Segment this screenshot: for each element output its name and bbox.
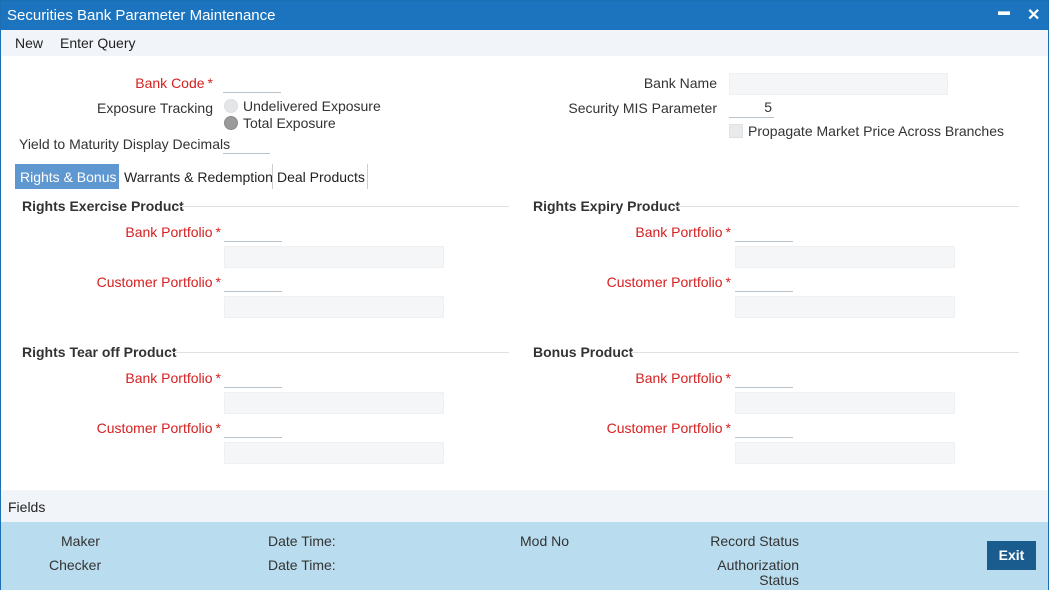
rights-tear-off-customer-portfolio-label: Customer Portfolio * [96,420,221,436]
authorization-status-label-line1: Authorization [717,557,799,573]
checker-date-time-label: Date Time: [268,557,336,573]
rights-tear-off-bank-portfolio-desc [224,392,444,414]
rights-exercise-bank-portfolio-label: Bank Portfolio * [125,224,221,240]
window: Securities Bank Parameter Maintenance ▬ … [0,0,1049,590]
undelivered-exposure-radio[interactable] [224,99,238,113]
bonus-customer-portfolio-label: Customer Portfolio * [606,420,731,436]
tab-rights-bonus[interactable]: Rights & Bonus [15,164,119,189]
ytm-decimals-label: Yield to Maturity Display Decimals [19,136,231,152]
rights-expiry-customer-portfolio-desc [735,296,955,318]
tab-divider [367,164,368,189]
bank-name-field [729,73,948,95]
bonus-bank-portfolio-desc [735,392,955,414]
section-divider [631,352,1019,353]
rights-expiry-customer-portfolio-label: Customer Portfolio * [606,274,731,290]
exit-button[interactable]: Exit [987,541,1036,570]
undelivered-exposure-label: Undelivered Exposure [243,98,381,114]
bonus-customer-portfolio-desc [735,442,955,464]
rights-tear-off-customer-portfolio-desc [224,442,444,464]
maker-label: Maker [61,533,100,549]
rights-exercise-bank-portfolio-input[interactable] [224,222,282,242]
section-divider [169,352,509,353]
bank-code-label: Bank Code * [135,75,213,91]
minimize-icon[interactable]: ▬ [998,4,1010,18]
bank-name-label: Bank Name [643,75,717,91]
rights-tear-off-title: Rights Tear off Product [22,344,177,360]
rights-exercise-customer-portfolio-label: Customer Portfolio * [96,274,221,290]
fields-link[interactable]: Fields [8,499,45,515]
rights-exercise-customer-portfolio-desc [224,296,444,318]
tab-deal-products[interactable]: Deal Products [272,164,370,189]
section-divider [175,206,509,207]
bonus-bank-portfolio-input[interactable] [735,368,793,388]
window-title: Securities Bank Parameter Maintenance [7,7,276,24]
propagate-label: Propagate Market Price Across Branches [748,123,1005,139]
rights-expiry-bank-portfolio-desc [735,246,955,268]
rights-expiry-title: Rights Expiry Product [533,198,681,214]
rights-exercise-title: Rights Exercise Product [22,198,184,214]
tab-warrants-redemption[interactable]: Warrants & Redemption [119,164,278,189]
rights-exercise-bank-portfolio-desc [224,246,444,268]
bonus-bank-portfolio-label: Bank Portfolio * [635,370,731,386]
total-exposure-radio[interactable] [224,116,238,130]
security-mis-parameter-label: Security MIS Parameter [568,100,717,116]
rights-tear-off-bank-portfolio-label: Bank Portfolio * [125,370,221,386]
rights-expiry-bank-portfolio-input[interactable] [735,222,793,242]
menu-bar: New Enter Query [1,30,1048,56]
security-mis-parameter-input[interactable]: 5 [729,98,774,118]
checker-label: Checker [49,557,102,573]
fields-bar: Fields [1,490,1048,522]
title-bar: Securities Bank Parameter Maintenance ▬ … [1,1,1048,30]
menu-enter-query[interactable]: Enter Query [60,35,135,51]
rights-tear-off-bank-portfolio-input[interactable] [224,368,282,388]
bonus-product-title: Bonus Product [533,344,634,360]
close-icon[interactable]: ✕ [1027,5,1040,25]
bank-code-input[interactable] [223,73,281,93]
record-status-label: Record Status [710,533,799,549]
menu-new[interactable]: New [15,35,43,51]
propagate-checkbox[interactable] [729,124,743,138]
rights-tear-off-customer-portfolio-input[interactable] [224,418,282,438]
rights-expiry-customer-portfolio-input[interactable] [735,272,793,292]
security-mis-parameter-value: 5 [764,99,772,115]
rights-expiry-bank-portfolio-label: Bank Portfolio * [635,224,731,240]
rights-exercise-customer-portfolio-input[interactable] [224,272,282,292]
authorization-status-label-line2: Status [759,572,799,588]
mod-no-label: Mod No [520,533,570,549]
maker-date-time-label: Date Time: [268,533,336,549]
section-divider [673,206,1019,207]
ytm-decimals-input[interactable] [223,134,270,154]
exposure-tracking-label: Exposure Tracking [97,100,213,116]
bonus-customer-portfolio-input[interactable] [735,418,793,438]
total-exposure-label: Total Exposure [243,115,336,131]
